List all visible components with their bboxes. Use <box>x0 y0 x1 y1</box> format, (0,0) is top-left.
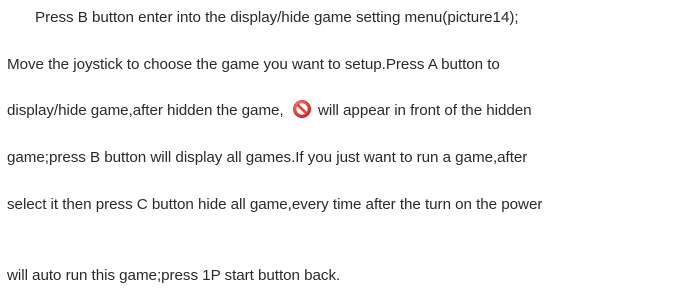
forbidden-icon <box>292 99 312 119</box>
instruction-document: Press B button enter into the display/hi… <box>0 0 695 299</box>
paragraph-line-3-text-before: display/hide game,after hidden the game, <box>7 102 284 119</box>
paragraph-line-3: display/hide game,after hidden the game,… <box>7 99 532 123</box>
paragraph-line-5: select it then press C button hide all g… <box>7 196 543 213</box>
paragraph-line-1: Press B button enter into the display/hi… <box>35 9 519 26</box>
paragraph-line-6: will auto run this game;press 1P start b… <box>7 267 341 284</box>
paragraph-line-4: game;press B button will display all gam… <box>7 149 528 166</box>
paragraph-line-3-text-after: will appear in front of the hidden <box>317 102 532 119</box>
paragraph-line-2: Move the joystick to choose the game you… <box>7 56 500 73</box>
